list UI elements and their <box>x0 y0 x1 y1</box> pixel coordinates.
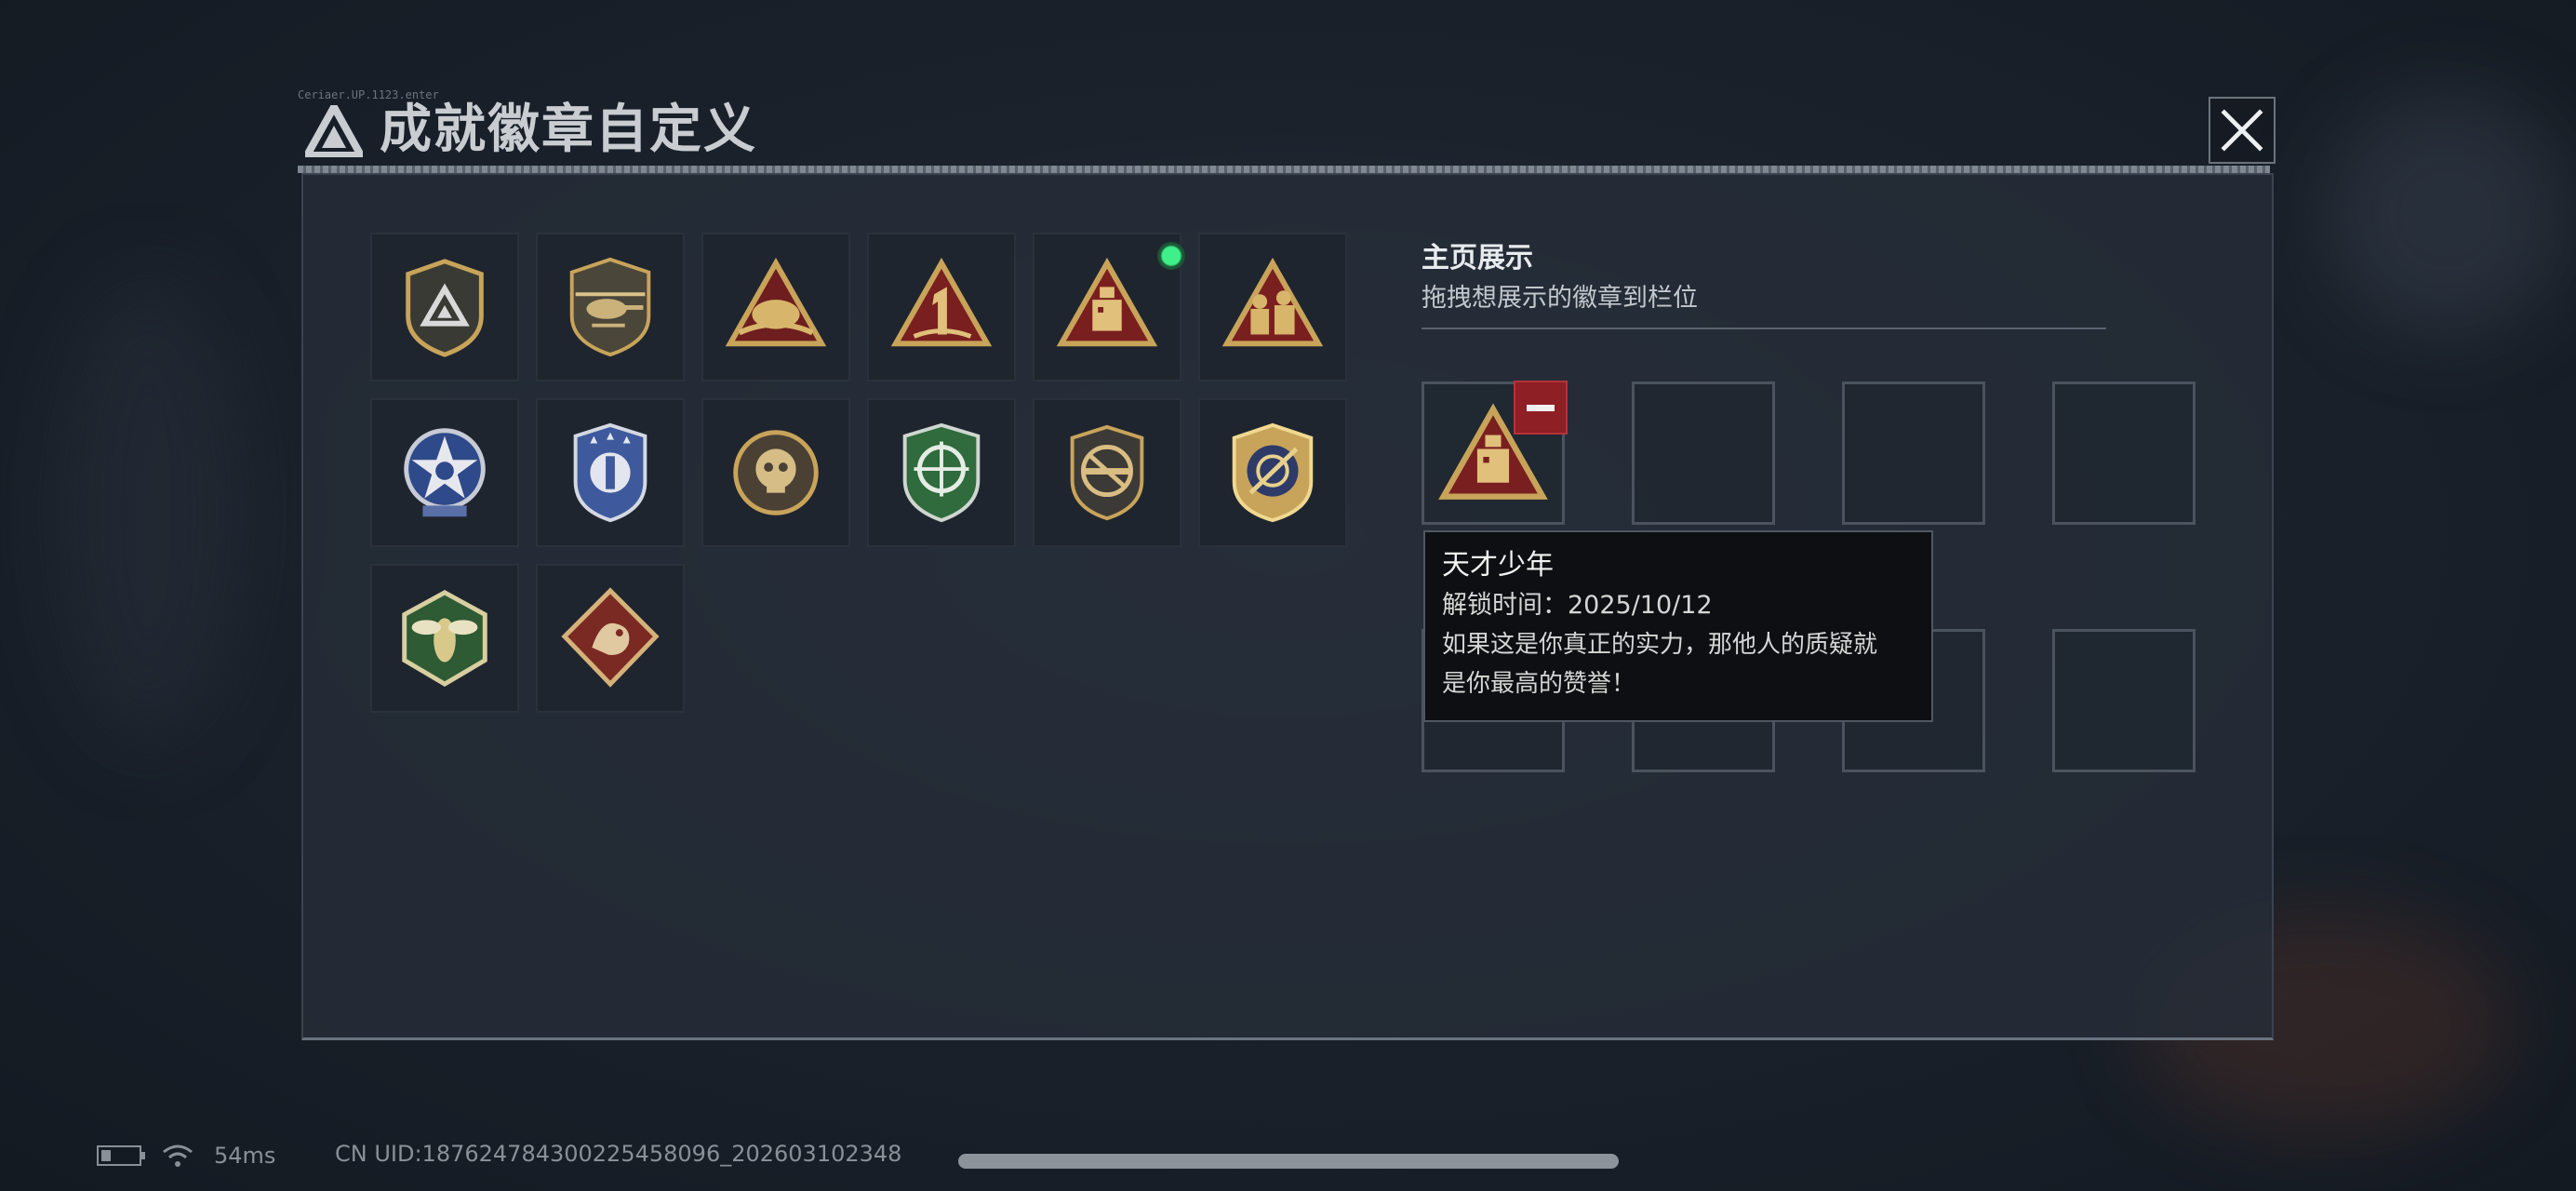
badge-item[interactable] <box>1198 233 1347 381</box>
showcase-slot-empty[interactable] <box>2052 629 2196 772</box>
close-button[interactable] <box>2209 97 2276 164</box>
badge-item[interactable] <box>701 233 850 381</box>
tooltip-badge-name: 天才少年 <box>1442 549 1554 582</box>
badge-item[interactable] <box>536 564 685 713</box>
battery-icon <box>97 1145 145 1166</box>
delta-logo-icon <box>305 105 363 157</box>
triangle-number-one-badge-icon <box>890 257 993 347</box>
triangle-soldiers-badge-icon <box>1221 257 1324 347</box>
badge-item[interactable] <box>1033 233 1185 381</box>
triangle-robot-badge-icon <box>1056 257 1158 347</box>
showcase-divider <box>1421 328 2106 329</box>
badge-item[interactable] <box>867 398 1016 547</box>
showcase-slot-filled[interactable] <box>1421 381 1568 525</box>
badge-item[interactable] <box>867 233 1016 381</box>
remove-badge-button[interactable] <box>1514 381 1568 435</box>
tooltip-unlock-time: 解锁时间：2025/10/12 <box>1442 591 1713 620</box>
star-medal-badge-icon <box>404 428 486 517</box>
new-indicator-dot <box>1157 242 1185 270</box>
gold-target-shield-icon <box>1232 422 1314 523</box>
badge-item[interactable] <box>1198 398 1347 547</box>
badge-collection-grid <box>370 233 1347 713</box>
showcase-slot-empty[interactable] <box>2052 381 2196 525</box>
wifi-icon <box>163 1144 193 1167</box>
ping-text: 54ms <box>214 1143 276 1169</box>
badge-tooltip: 天才少年 解锁时间：2025/10/12 如果这是你真正的实力，那他人的质疑就 … <box>1423 530 1933 722</box>
tooltip-description: 如果这是你真正的实力，那他人的质疑就 <box>1442 631 1878 659</box>
green-crosshair-shield-icon <box>902 422 981 523</box>
badge-customize-panel: 主页展示 拖拽想展示的徽章到栏位 <box>301 173 2274 1040</box>
dialog-title: 成就徽章自定义 <box>380 100 757 160</box>
badge-item[interactable] <box>536 233 685 381</box>
background-glow <box>56 279 242 744</box>
skull-circle-badge-icon <box>733 430 819 515</box>
status-bar: 54ms <box>97 1137 275 1174</box>
dialog-header: Ceriaer.UP.1123.enter 成就徽章自定义 <box>298 88 2270 174</box>
shield-emblem-icon <box>406 259 484 357</box>
badge-item[interactable] <box>701 398 850 547</box>
tooltip-description: 是你最高的赞誉！ <box>1442 670 1636 698</box>
triangle-wings-badge-icon <box>725 257 827 347</box>
badge-item[interactable] <box>370 564 519 713</box>
no-rifle-shield-icon <box>1070 424 1144 521</box>
hornet-hexagon-badge-icon <box>402 590 487 688</box>
background-glow <box>2326 93 2568 335</box>
badge-item[interactable] <box>370 233 519 381</box>
home-indicator[interactable] <box>958 1154 1619 1169</box>
showcase-instruction: 拖拽想展示的徽章到栏位 <box>1421 284 1698 313</box>
dragon-diamond-badge-icon <box>561 587 660 688</box>
badge-item[interactable] <box>1033 398 1181 547</box>
close-icon <box>2221 109 2263 152</box>
blue-shield-badge-icon <box>573 422 647 523</box>
badge-item[interactable] <box>370 398 519 547</box>
showcase-slot-empty[interactable] <box>1632 381 1775 525</box>
uid-text: CN UID:18762478430022545809​6_2026031023… <box>335 1141 902 1167</box>
helicopter-badge-icon <box>569 257 651 357</box>
showcase-title: 主页展示 <box>1421 242 1533 274</box>
badge-item[interactable] <box>536 398 685 547</box>
header-divider <box>298 166 2270 173</box>
showcase-slot-empty[interactable] <box>1842 381 1985 525</box>
